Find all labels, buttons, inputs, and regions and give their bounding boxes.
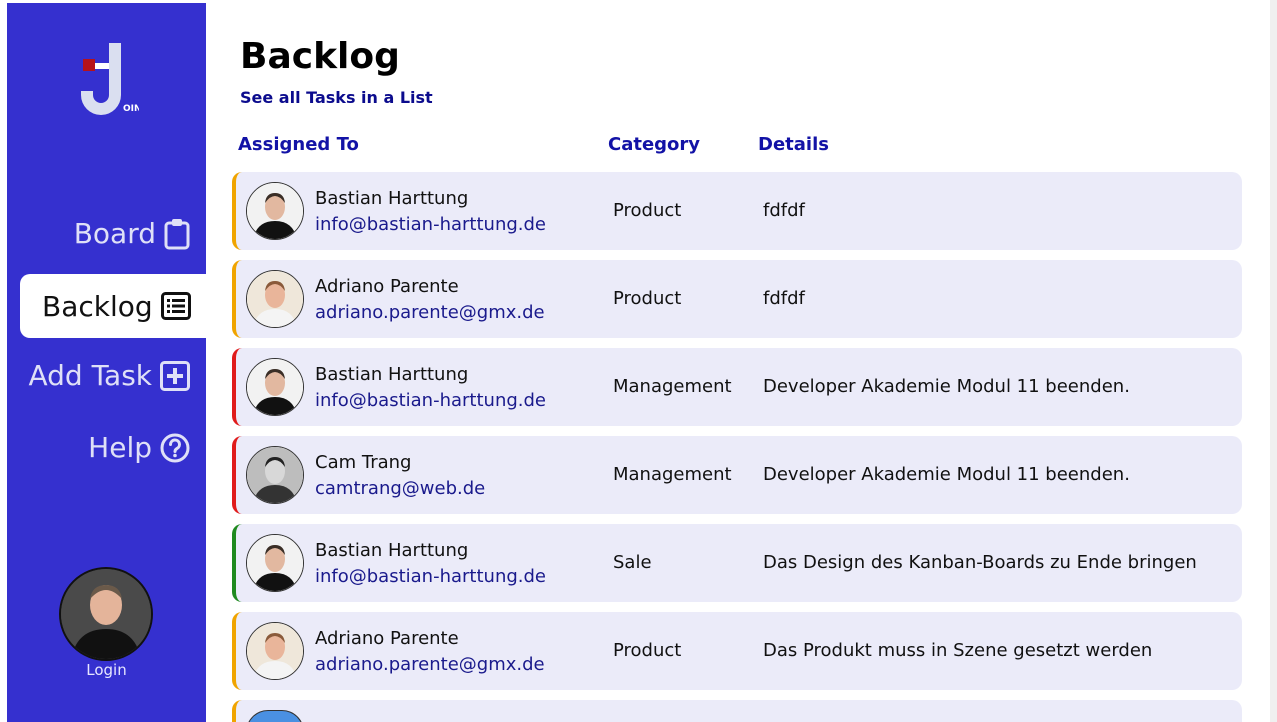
assignee-avatar	[246, 534, 304, 592]
page-title: Backlog	[240, 36, 400, 77]
user-avatar[interactable]	[59, 567, 153, 661]
user-photo	[61, 569, 151, 659]
assignee-email[interactable]: adriano.parente@gmx.de	[315, 302, 545, 323]
assignee-email[interactable]: info@bastian-harttung.de	[315, 214, 546, 235]
join-logo[interactable]: OIN	[75, 41, 139, 119]
assignee-avatar	[246, 358, 304, 416]
main-content: Backlog See all Tasks in a List Assigned…	[206, 0, 1270, 722]
task-details: fdfdf	[763, 200, 805, 221]
task-row[interactable]: Adriano Parente adriano.parente@gmx.de Pro…	[232, 612, 1242, 690]
assignee-photo	[247, 535, 303, 591]
task-row[interactable]: Adriano Parente adriano.parente@gmx.de Pro…	[232, 260, 1242, 338]
scrollbar-track[interactable]	[1270, 0, 1277, 722]
assignee-avatar	[246, 622, 304, 680]
nav-backlog[interactable]: Backlog	[20, 274, 206, 338]
task-row[interactable]: Bastian Harttung info@bastian-harttung.de…	[232, 348, 1242, 426]
assignee-name: Bastian Harttung	[315, 364, 469, 385]
column-header-assigned: Assigned To	[238, 134, 359, 155]
assignee-photo	[247, 183, 303, 239]
assignee-photo	[247, 359, 303, 415]
assignee-photo	[247, 447, 303, 503]
column-header-category: Category	[608, 134, 701, 155]
login-label[interactable]: Login	[7, 661, 206, 679]
assignee-name: Adriano Parente	[315, 628, 459, 649]
nav-add-task[interactable]: Add Task	[28, 359, 190, 392]
task-row-partial[interactable]	[232, 700, 1242, 722]
task-details: fdfdf	[763, 288, 805, 309]
assignee-avatar	[246, 182, 304, 240]
assignee-photo	[247, 271, 303, 327]
task-category: Product	[613, 288, 682, 309]
assignee-name: Bastian Harttung	[315, 188, 469, 209]
assignee-email[interactable]: info@bastian-harttung.de	[315, 566, 546, 587]
task-category: Management	[613, 464, 732, 485]
task-category: Management	[613, 376, 732, 397]
task-details: Das Design des Kanban-Boards zu Ende bri…	[763, 552, 1197, 573]
task-category: Product	[613, 200, 682, 221]
assignee-avatar	[246, 710, 304, 722]
task-category: Product	[613, 640, 682, 661]
assignee-avatar	[246, 270, 304, 328]
sidebar: OIN Board Backlog Add Task Help Login	[7, 3, 206, 722]
logo-suffix: OIN	[123, 104, 139, 114]
clipboard-icon	[164, 218, 190, 249]
list-icon	[160, 292, 191, 320]
nav-help[interactable]: Help	[88, 431, 190, 464]
nav-add-task-label: Add Task	[28, 359, 152, 392]
assignee-email[interactable]: camtrang@web.de	[315, 478, 485, 499]
task-details: Developer Akademie Modul 11 beenden.	[763, 464, 1130, 485]
see-all-tasks-link[interactable]: See all Tasks in a List	[240, 88, 433, 107]
task-details: Das Produkt muss in Szene gesetzt werden	[763, 640, 1153, 661]
column-header-details: Details	[758, 134, 829, 155]
nav-help-label: Help	[88, 431, 152, 464]
task-row[interactable]: Cam Trang camtrang@web.de Management Develo…	[232, 436, 1242, 514]
question-circle-icon	[160, 433, 190, 462]
task-category: Sale	[613, 552, 652, 573]
assignee-avatar	[246, 446, 304, 504]
task-row[interactable]: Bastian Harttung info@bastian-harttung.de…	[232, 524, 1242, 602]
assignee-email[interactable]: info@bastian-harttung.de	[315, 390, 546, 411]
assignee-name: Cam Trang	[315, 452, 412, 473]
task-details: Developer Akademie Modul 11 beenden.	[763, 376, 1130, 397]
assignee-photo	[247, 623, 303, 679]
plus-square-icon	[160, 360, 190, 391]
assignee-name: Adriano Parente	[315, 276, 459, 297]
task-row[interactable]: Bastian Harttung info@bastian-harttung.de…	[232, 172, 1242, 250]
nav-board[interactable]: Board	[74, 217, 190, 250]
nav-board-label: Board	[73, 217, 156, 250]
nav-backlog-label: Backlog	[42, 289, 153, 323]
assignee-name: Bastian Harttung	[315, 540, 469, 561]
assignee-email[interactable]: adriano.parente@gmx.de	[315, 654, 545, 675]
